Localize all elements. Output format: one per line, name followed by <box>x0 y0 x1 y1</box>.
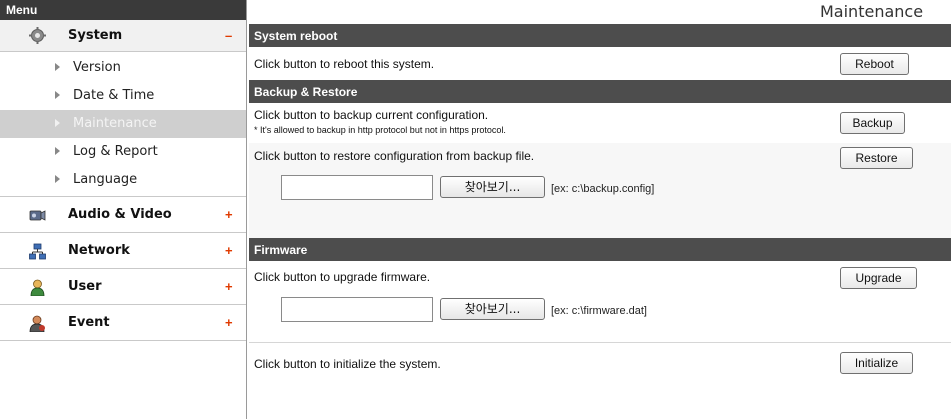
submenu-item-label: Language <box>73 172 138 187</box>
initialize-description: Click button to initialize the system. <box>254 357 441 371</box>
firmware-description: Click button to upgrade firmware. <box>254 270 431 284</box>
restore-button[interactable]: Restore <box>840 147 913 169</box>
submenu-item-label: Version <box>73 60 121 75</box>
section-header-firmware: Firmware <box>249 238 951 261</box>
firmware-browse-button[interactable]: 찾아보기... <box>440 298 545 320</box>
menu-category-user[interactable]: User + <box>0 269 246 305</box>
backup-row: Click button to backup current configura… <box>249 103 951 143</box>
section-header-backup-restore: Backup & Restore <box>249 80 951 103</box>
backup-browse-button[interactable]: 찾아보기... <box>440 176 545 198</box>
collapse-icon[interactable]: – <box>225 28 232 43</box>
restore-row: Click button to restore configuration fr… <box>249 143 951 238</box>
gear-icon <box>29 27 46 44</box>
firmware-upgrade-row: Click button to upgrade firmware. Upgrad… <box>249 261 951 342</box>
submenu-item-log-report[interactable]: Log & Report <box>0 138 246 166</box>
firmware-file-path-input[interactable] <box>281 297 433 322</box>
arrow-right-icon <box>55 119 60 127</box>
arrow-right-icon <box>55 63 60 71</box>
submenu-item-label: Log & Report <box>73 144 158 159</box>
backup-button[interactable]: Backup <box>840 112 905 134</box>
expand-icon[interactable]: + <box>225 279 233 294</box>
restore-description: Click button to restore configuration fr… <box>254 149 535 163</box>
menu-category-label: Event <box>68 315 110 330</box>
expand-icon[interactable]: + <box>225 207 233 222</box>
backup-file-path-input[interactable] <box>281 175 433 200</box>
menu-header: Menu <box>0 0 246 20</box>
menu-category-system[interactable]: System – <box>0 20 246 52</box>
arrow-right-icon <box>55 147 60 155</box>
menu-category-label: User <box>68 279 102 294</box>
menu-category-audio-video[interactable]: Audio & Video + <box>0 197 246 233</box>
system-submenu: Version Date & Time Maintenance Log & Re… <box>0 52 246 197</box>
initialize-row: Click button to initialize the system. I… <box>249 342 951 379</box>
reboot-row: Click button to reboot this system. Rebo… <box>249 47 951 80</box>
camera-icon <box>29 210 46 221</box>
menu-category-event[interactable]: Event + <box>0 305 246 341</box>
expand-icon[interactable]: + <box>225 315 233 330</box>
row-divider <box>249 342 951 343</box>
arrow-right-icon <box>55 91 60 99</box>
menu-category-label: Audio & Video <box>68 207 172 222</box>
network-icon <box>29 243 46 260</box>
menu-category-label: System <box>68 28 123 43</box>
menu-category-network[interactable]: Network + <box>0 233 246 269</box>
initialize-button[interactable]: Initialize <box>840 352 913 374</box>
firmware-file-example-hint: [ex: c:\firmware.dat] <box>551 305 647 317</box>
upgrade-button[interactable]: Upgrade <box>840 267 917 289</box>
user-icon <box>30 279 45 296</box>
main-content: Maintenance System reboot Click button t… <box>249 0 951 419</box>
expand-icon[interactable]: + <box>225 243 233 258</box>
page-title: Maintenance <box>820 2 924 21</box>
event-icon <box>29 315 45 332</box>
submenu-item-label: Maintenance <box>73 116 157 131</box>
submenu-item-maintenance[interactable]: Maintenance <box>0 110 246 138</box>
menu-category-label: Network <box>68 243 130 258</box>
reboot-description: Click button to reboot this system. <box>254 57 435 71</box>
submenu-item-language[interactable]: Language <box>0 166 246 194</box>
backup-protocol-note: * It's allowed to backup in http protoco… <box>254 125 506 135</box>
sidebar-menu: Menu System – Version Date & Time Mainte… <box>0 0 247 419</box>
backup-file-example-hint: [ex: c:\backup.config] <box>551 183 655 195</box>
arrow-right-icon <box>55 175 60 183</box>
backup-description: Click button to backup current configura… <box>254 108 489 122</box>
submenu-item-version[interactable]: Version <box>0 54 246 82</box>
section-header-system-reboot: System reboot <box>249 24 951 47</box>
submenu-item-date-time[interactable]: Date & Time <box>0 82 246 110</box>
submenu-item-label: Date & Time <box>73 88 155 103</box>
reboot-button[interactable]: Reboot <box>840 53 909 75</box>
